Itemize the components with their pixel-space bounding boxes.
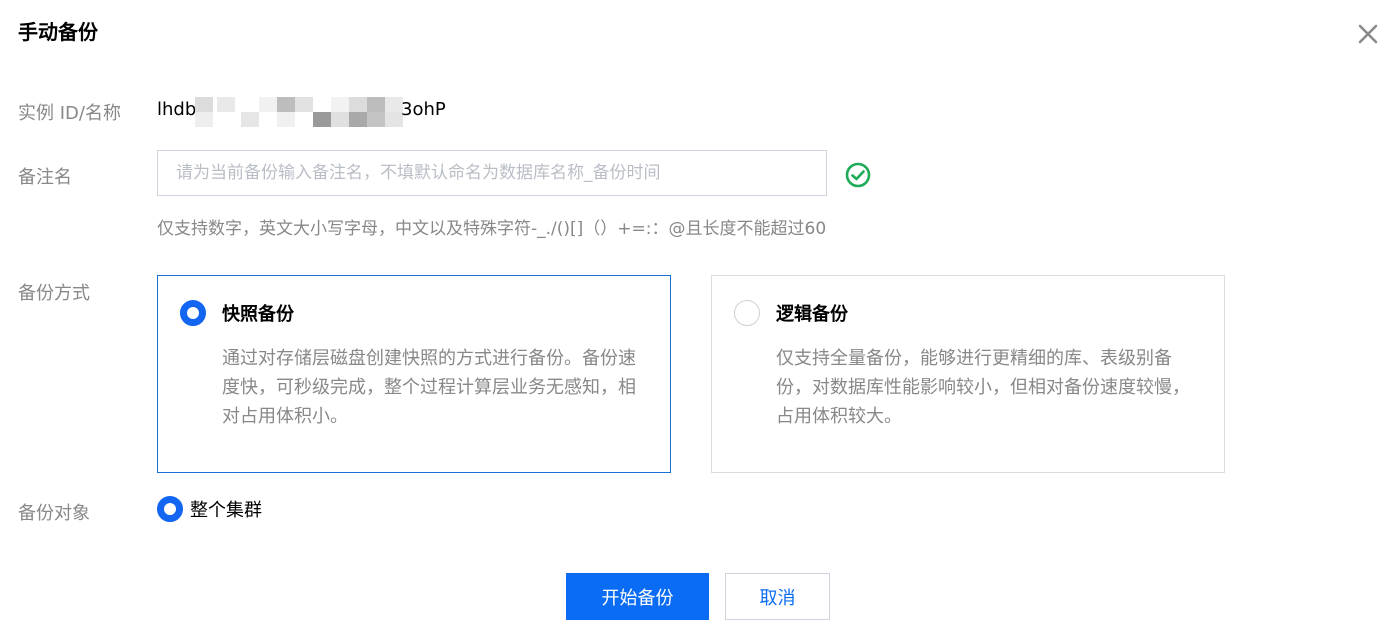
logical-backup-card[interactable]: 逻辑备份 仅支持全量备份，能够进行更精细的库、表级别备份，对数据库性能影响较小，… [711, 275, 1225, 473]
remark-label: 备注名 [18, 167, 72, 188]
remark-hint: 仅支持数字，英文大小写字母，中文以及特殊字符-_./()[]（）+=:：@且长度… [157, 219, 827, 239]
dialog-title: 手动备份 [18, 20, 98, 44]
check-circle-icon [845, 162, 871, 188]
instance-label: 实例 ID/名称 [18, 103, 121, 124]
snapshot-backup-card[interactable]: 快照备份 通过对存储层磁盘创建快照的方式进行备份。备份速度快，可秒级完成，整个过… [157, 275, 671, 473]
logical-title: 逻辑备份 [776, 304, 848, 325]
logical-description: 仅支持全量备份，能够进行更精细的库、表级别备份，对数据库性能影响较小，但相对备份… [776, 348, 1190, 427]
start-backup-button[interactable]: 开始备份 [566, 573, 709, 620]
whole-cluster-radio[interactable] [157, 496, 183, 522]
snapshot-title: 快照备份 [222, 304, 294, 325]
snapshot-description: 通过对存储层磁盘创建快照的方式进行备份。备份速度快，可秒级完成，整个过程计算层业… [222, 348, 636, 427]
cancel-button[interactable]: 取消 [725, 573, 830, 620]
backup-method-label: 备份方式 [18, 283, 90, 304]
instance-id-suffix: 3ohP [401, 99, 446, 120]
whole-cluster-label[interactable]: 整个集群 [190, 496, 262, 522]
instance-id: lhdb 3ohP [157, 97, 467, 127]
redacted-mosaic [195, 97, 415, 127]
snapshot-radio[interactable] [180, 300, 206, 326]
backup-target-label: 备份对象 [18, 503, 90, 524]
close-icon[interactable] [1354, 20, 1382, 48]
remark-input[interactable] [157, 150, 827, 196]
instance-id-prefix: lhdb [157, 99, 197, 120]
logical-radio[interactable] [734, 300, 760, 326]
